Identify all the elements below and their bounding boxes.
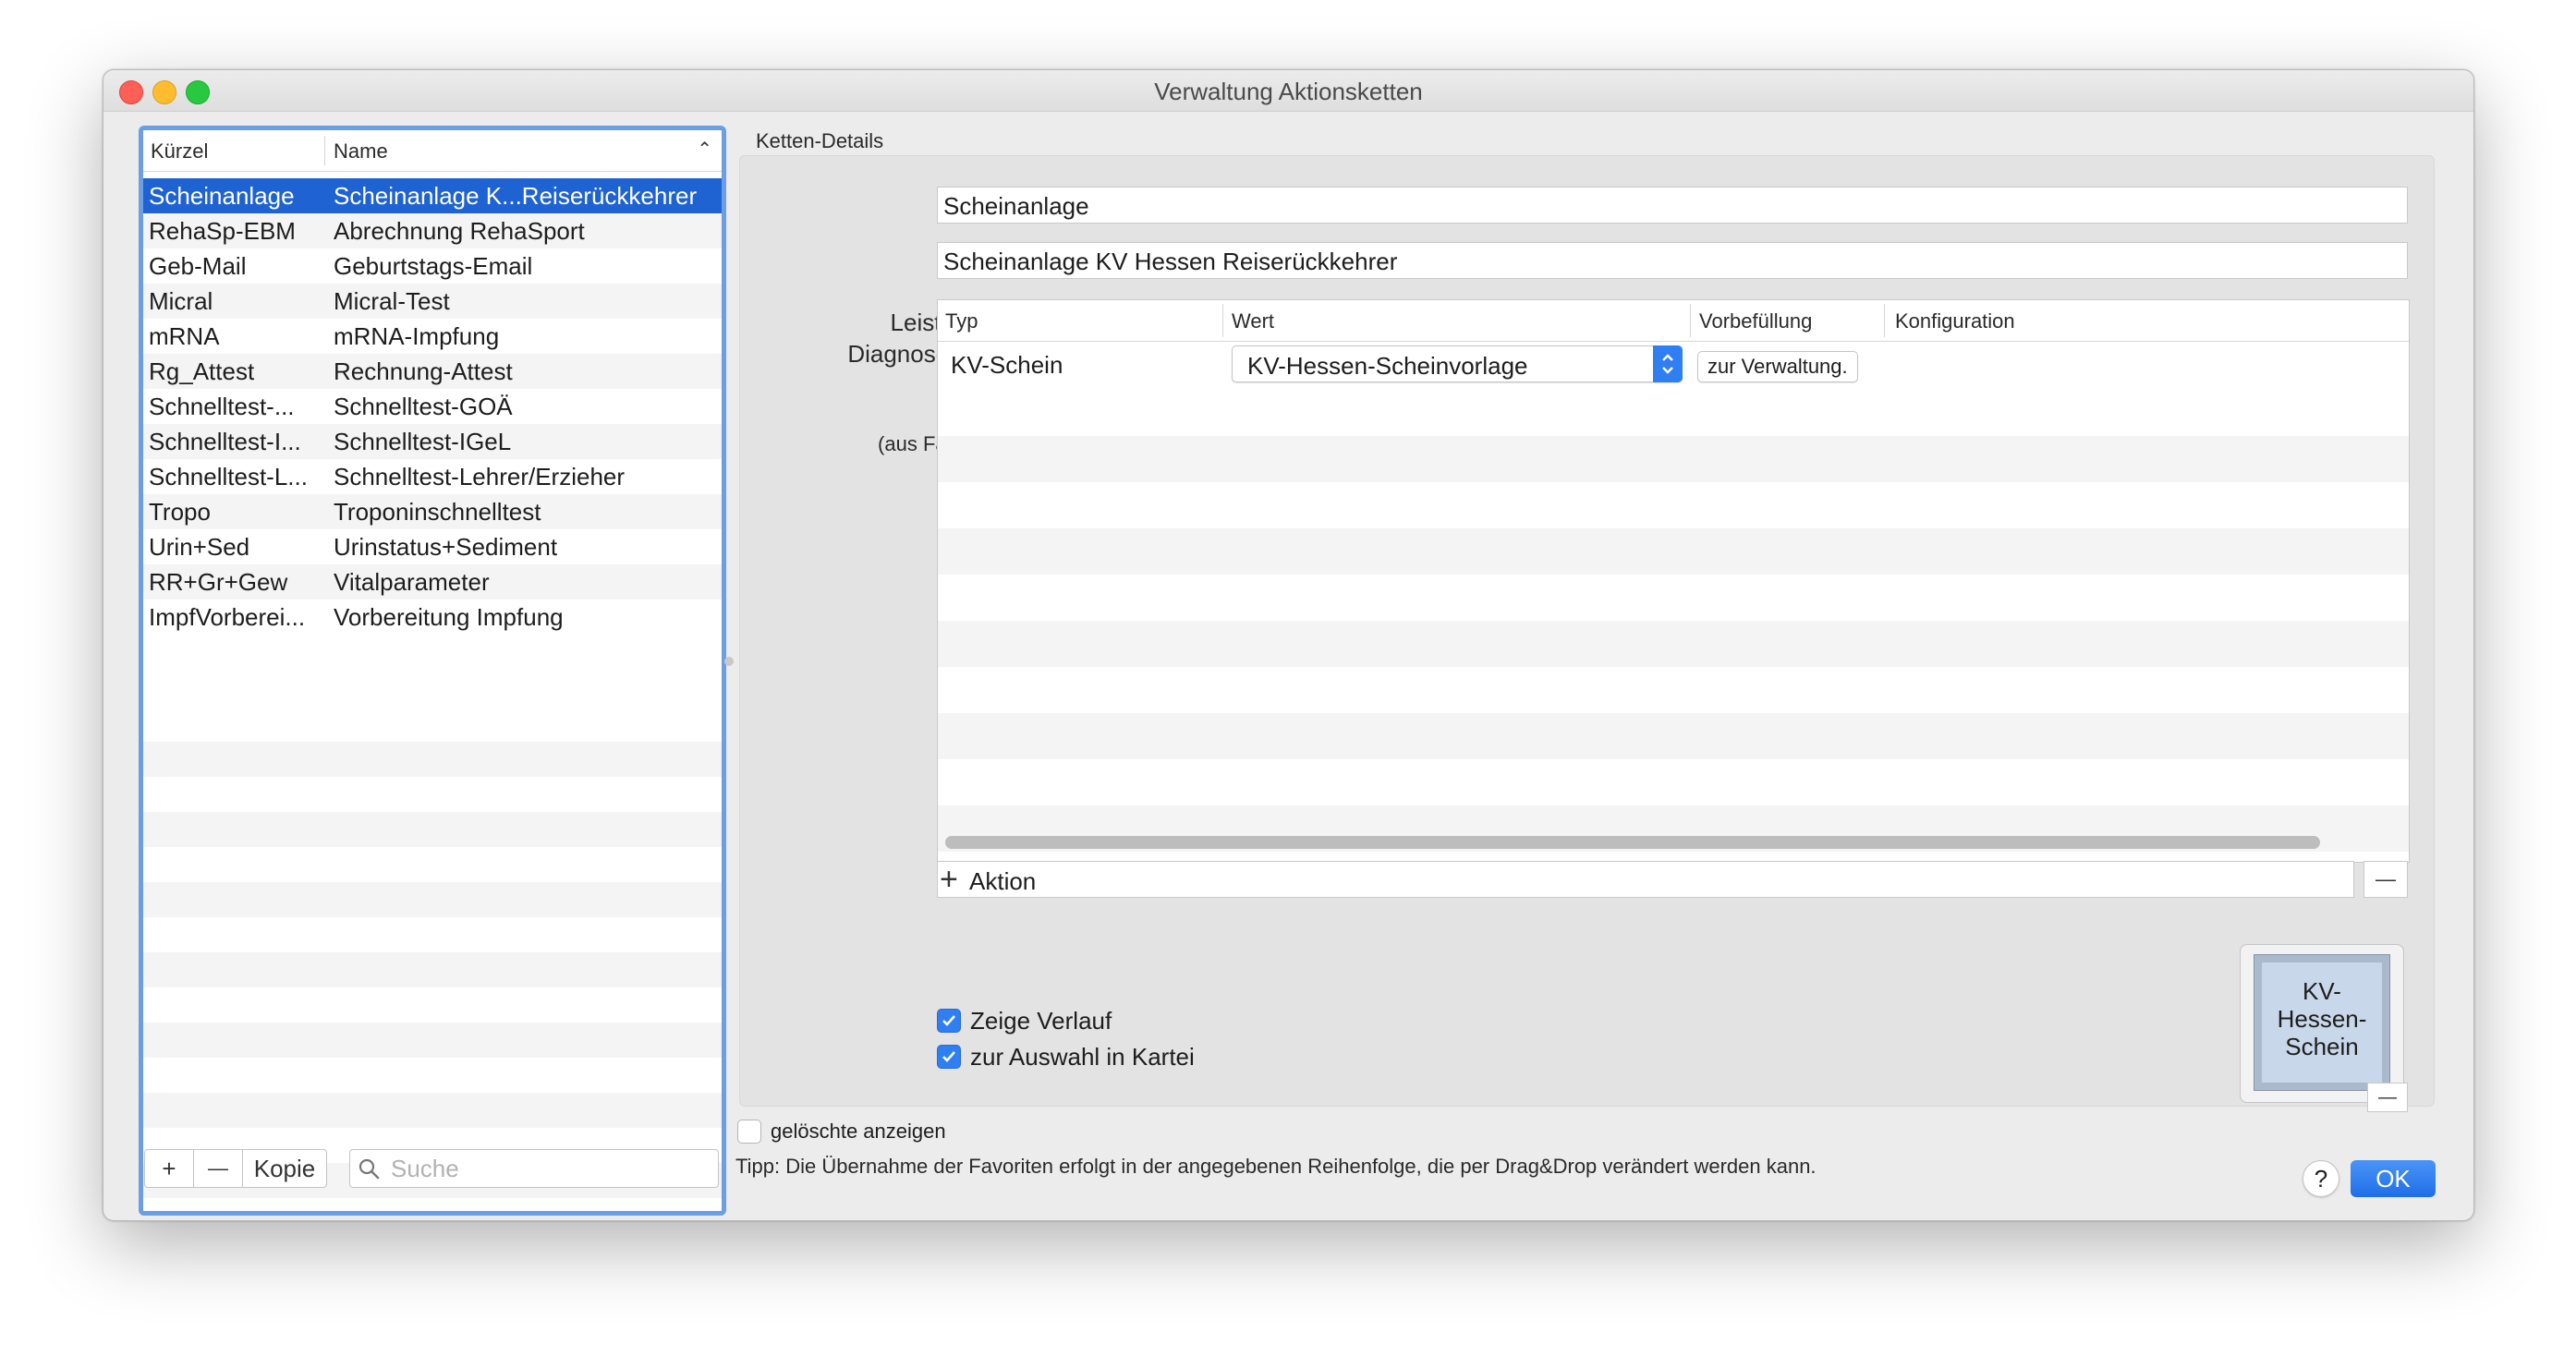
list-item-kurzel: RehaSp-EBM [149,217,296,245]
list-item-name: Schnelltest-IGeL [334,428,512,455]
list-item-kurzel: Rg_Attest [149,357,255,385]
list-item-kurzel: Geb-Mail [149,252,247,280]
checkbox-unchecked-icon [737,1120,761,1144]
list-item[interactable]: Schnelltest-I... Schnelltest-IGeL [143,424,722,459]
checkbox-checked-icon [937,1009,961,1033]
chain-icon-well[interactable]: KV- Hessen- Schein [2240,944,2404,1103]
column-separator [1222,304,1223,337]
list-item[interactable]: RR+Gr+Gew Vitalparameter [143,564,722,599]
list-item[interactable]: Schnelltest-L... Schnelltest-Lehrer/Erzie… [143,459,722,494]
empty-table-area [938,390,2409,862]
search-icon [358,1158,380,1180]
aktionsketten-window: Verwaltung Aktionsketten Kürzel Name ⌃ S… [103,69,2474,1221]
table-row[interactable]: KV-Schein KV-Hessen-Scheinvorlage zur Ve… [938,342,2409,390]
add-action-label: Aktion [969,867,1037,895]
list-item-kurzel: Tropo [149,498,211,526]
favorites-table[interactable]: Typ Wert Vorbefüllung Konfiguration KV-S… [937,299,2410,863]
add-action-button[interactable]: + Aktion [937,861,2354,898]
copy-chain-button[interactable]: Kopie [242,1149,327,1188]
icon-line-1: KV- [2303,977,2341,1005]
list-item[interactable]: Micral Micral-Test [143,284,722,319]
title-bar: Verwaltung Aktionsketten [103,70,2473,112]
list-item-name: Abrechnung RehaSport [334,217,585,245]
empty-list-area [143,707,722,1211]
list-item[interactable]: ImpfVorberei... Vorbereitung Impfung [143,599,722,635]
list-item-name: Schnelltest-Lehrer/Erzieher [334,463,626,490]
list-item-kurzel: Scheinanlage [149,182,295,210]
split-view-handle[interactable] [724,657,734,666]
list-item[interactable]: Schnelltest-... Schnelltest-GOÄ [143,389,722,424]
list-item[interactable]: Rg_Attest Rechnung-Attest [143,354,722,389]
list-item-kurzel: mRNA [149,322,220,350]
list-item-kurzel: ImpfVorberei... [149,603,306,631]
column-separator [1884,304,1885,337]
remove-icon-button[interactable]: — [2367,1083,2408,1112]
section-title: Ketten-Details [756,129,884,152]
chain-icon-label: KV- Hessen- Schein [2262,963,2382,1083]
list-item-name: Schnelltest-GOÄ [334,393,513,420]
list-item[interactable]: Urin+Sed Urinstatus+Sediment [143,529,722,564]
remove-chain-button[interactable]: — [193,1149,243,1188]
chains-list[interactable]: Kürzel Name ⌃ Scheinanlage Scheinanlage K… [139,126,726,1216]
list-item-kurzel: RR+Gr+Gew [149,568,288,596]
help-button[interactable]: ? [2303,1160,2339,1197]
wert-popup-value: KV-Hessen-Scheinvorlage [1247,352,1528,380]
list-rows: Scheinanlage Scheinanlage K...Reiserückke… [143,178,722,635]
horizontal-scrollbar[interactable] [945,836,2320,849]
add-chain-button[interactable]: + [144,1149,194,1188]
list-item-name: Urinstatus+Sediment [334,533,558,561]
tip-text: Tipp: Die Übernahme der Favoriten erfolg… [735,1155,1817,1178]
wert-popup-button[interactable]: KV-Hessen-Scheinvorlage [1232,345,1683,382]
list-item[interactable]: mRNA mRNA-Impfung [143,319,722,354]
ok-button[interactable]: OK [2351,1160,2436,1197]
list-header: Kürzel Name ⌃ [143,130,722,172]
kurzel-field[interactable]: Scheinanlage [937,187,2408,224]
list-item-kurzel: Micral [149,287,213,315]
list-item-kurzel: Schnelltest-I... [149,428,301,455]
list-item-name: Scheinanlage K...Reiserückkehrer [334,182,698,210]
sort-ascending-icon[interactable]: ⌃ [697,138,712,161]
list-item[interactable]: RehaSp-EBM Abrechnung RehaSport [143,213,722,248]
zur-verwaltung-button[interactable]: zur Verwaltung. [1697,351,1858,382]
search-input[interactable] [389,1154,707,1183]
zeige-verlauf-label: Zeige Verlauf [970,1007,1112,1035]
list-item-name: Rechnung-Attest [334,357,513,385]
list-item-kurzel: Schnelltest-L... [149,463,308,490]
chain-icon-preview: KV- Hessen- Schein [2254,954,2390,1091]
window-title: Verwaltung Aktionsketten [1154,78,1423,105]
plus-icon: + [940,862,958,897]
checkbox-checked-icon [937,1045,961,1069]
column-separator [1690,304,1691,337]
column-header-kurzel[interactable]: Kürzel [151,139,208,163]
search-field[interactable] [349,1149,719,1188]
list-item[interactable]: Tropo Troponinschnelltest [143,494,722,529]
list-item-name: Geburtstags-Email [334,252,533,280]
icon-line-3: Schein [2285,1033,2359,1060]
name-field[interactable]: Scheinanlage KV Hessen Reiserückkehrer [937,242,2408,279]
list-item-name: Troponinschnelltest [334,498,541,526]
column-separator [324,136,325,165]
list-item-name: Vorbereitung Impfung [334,603,564,631]
column-header-name[interactable]: Name [334,139,388,163]
popup-chevrons-icon [1653,345,1683,382]
table-header: Typ Wert Vorbefüllung Konfiguration [938,300,2409,342]
column-header-wert[interactable]: Wert [1232,309,1274,333]
remove-action-button[interactable]: — [2363,861,2408,898]
icon-line-2: Hessen- [2277,1005,2367,1033]
list-item-name: Vitalparameter [334,568,490,596]
column-header-vorbefuellung[interactable]: Vorbefüllung [1699,309,1812,333]
list-item-kurzel: Schnelltest-... [149,393,295,420]
list-item-name: Micral-Test [334,287,450,315]
geloeschte-anzeigen-label: gelöschte anzeigen [771,1120,946,1143]
zur-auswahl-kartei-label: zur Auswahl in Kartei [970,1043,1195,1071]
column-header-konfiguration[interactable]: Konfiguration [1895,309,2015,333]
list-item-kurzel: Urin+Sed [149,533,250,561]
column-header-typ[interactable]: Typ [945,309,978,333]
row-typ: KV-Schein [951,351,1063,379]
list-item-name: mRNA-Impfung [334,322,500,350]
list-item[interactable]: Geb-Mail Geburtstags-Email [143,248,722,284]
list-item[interactable]: Scheinanlage Scheinanlage K...Reiserückke… [143,178,722,213]
